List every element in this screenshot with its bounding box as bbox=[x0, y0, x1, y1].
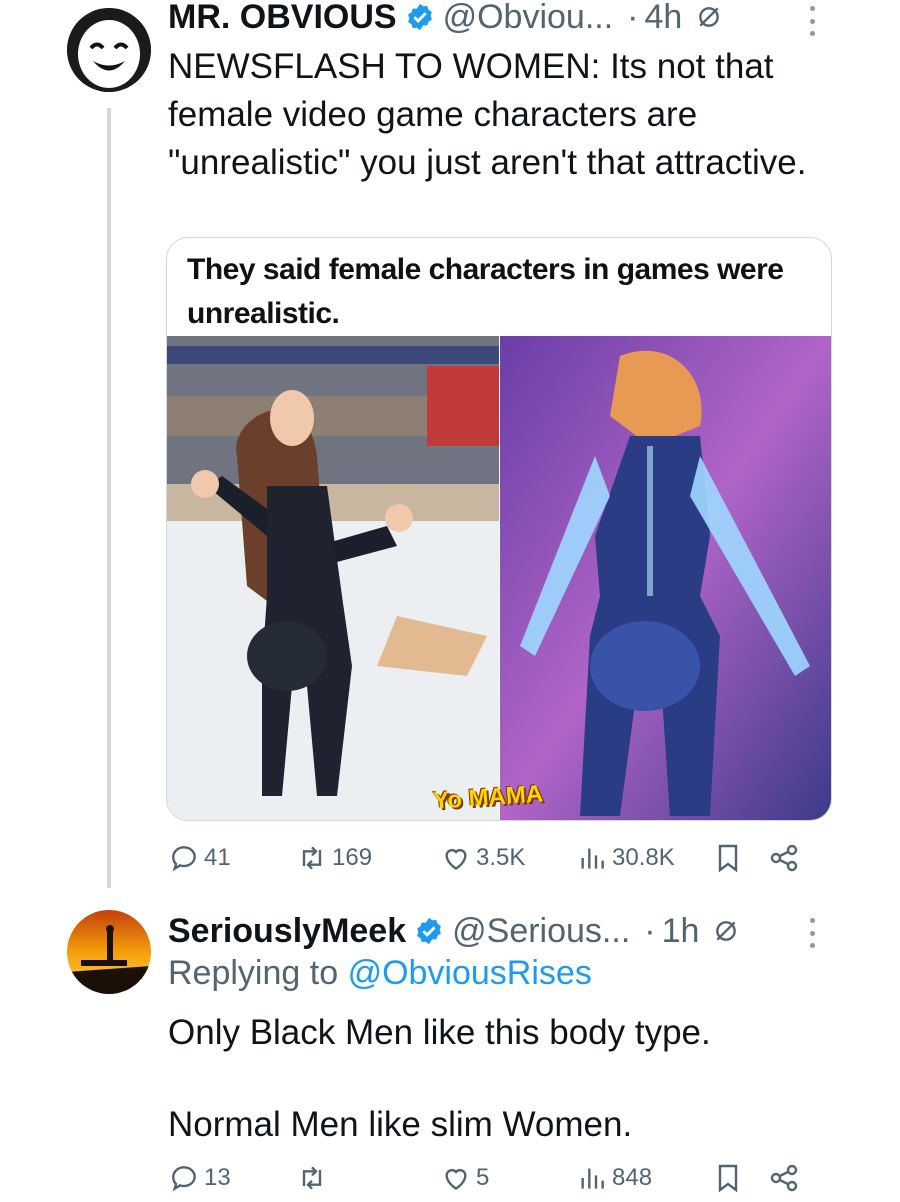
tweet-actions: 41 169 3.5K 30.8K bbox=[168, 842, 808, 882]
share-button[interactable] bbox=[768, 1162, 804, 1194]
timestamp[interactable]: 1h bbox=[662, 912, 700, 951]
like-button[interactable]: 3.5K bbox=[440, 842, 525, 874]
replying-prefix: Replying to bbox=[168, 954, 339, 992]
retweet-icon bbox=[302, 1166, 322, 1190]
avatar[interactable] bbox=[67, 910, 151, 994]
views-icon bbox=[581, 1168, 604, 1189]
like-icon bbox=[445, 1169, 467, 1191]
timestamp[interactable]: 4h bbox=[645, 0, 683, 37]
bookmark-icon bbox=[718, 1164, 738, 1193]
verified-icon bbox=[417, 917, 441, 945]
like-count: 3.5K bbox=[476, 844, 526, 871]
restricted-icon bbox=[699, 7, 720, 27]
more-icon[interactable] bbox=[810, 918, 816, 948]
tweet-text: Only Black Men like this body type. Norm… bbox=[168, 1013, 711, 1144]
image-caption: They said female characters in games wer… bbox=[187, 253, 784, 330]
game-character-image[interactable] bbox=[500, 336, 831, 820]
share-button[interactable] bbox=[768, 842, 804, 874]
reply-icon bbox=[172, 846, 196, 872]
bookmark-button[interactable] bbox=[712, 1162, 748, 1194]
views-button[interactable]: 30.8K bbox=[576, 842, 675, 874]
photo-image[interactable] bbox=[167, 336, 499, 820]
tweet-header: SeriouslyMeek @Serious... · 1h bbox=[168, 906, 739, 956]
like-count: 5 bbox=[476, 1164, 490, 1191]
share-icon bbox=[770, 844, 798, 872]
reply-button[interactable]: 41 bbox=[168, 842, 231, 874]
reply-button[interactable]: 13 bbox=[168, 1162, 231, 1194]
views-button[interactable]: 848 bbox=[576, 1162, 652, 1194]
bookmark-button[interactable] bbox=[712, 842, 748, 874]
handle[interactable]: @Obviou... bbox=[443, 0, 614, 37]
retweet-button[interactable] bbox=[296, 1162, 332, 1194]
display-name[interactable]: MR. OBVIOUS bbox=[168, 0, 397, 37]
reply-icon bbox=[172, 1166, 196, 1192]
tweet-actions: 13 5 848 bbox=[168, 1162, 808, 1202]
views-icon bbox=[581, 848, 604, 869]
verified-icon bbox=[407, 3, 432, 31]
reply-count: 41 bbox=[204, 844, 231, 871]
restricted-icon bbox=[716, 921, 737, 941]
bookmark-icon bbox=[718, 844, 738, 873]
like-icon bbox=[445, 849, 467, 871]
separator: · bbox=[644, 911, 656, 950]
tweet-text: NEWSFLASH TO WOMEN: Its not that female … bbox=[168, 47, 807, 182]
view-count: 30.8K bbox=[612, 844, 675, 871]
reply-count: 13 bbox=[204, 1164, 231, 1191]
like-button[interactable]: 5 bbox=[440, 1162, 489, 1194]
separator: · bbox=[627, 0, 639, 36]
tweet-header: MR. OBVIOUS @Obviou... · 4h bbox=[168, 0, 722, 40]
media-card[interactable]: They said female characters in games wer… bbox=[166, 237, 832, 821]
retweet-button[interactable]: 169 bbox=[296, 842, 372, 874]
retweet-icon bbox=[302, 846, 322, 870]
replying-to: Replying to @ObviousRises bbox=[168, 954, 592, 993]
display-name[interactable]: SeriouslyMeek bbox=[168, 912, 406, 951]
more-icon[interactable] bbox=[810, 6, 816, 36]
handle[interactable]: @Serious... bbox=[452, 912, 630, 951]
view-count: 848 bbox=[612, 1164, 653, 1191]
share-icon bbox=[770, 1164, 798, 1192]
thread-line bbox=[107, 108, 111, 888]
retweet-count: 169 bbox=[332, 844, 373, 871]
avatar[interactable] bbox=[67, 8, 151, 92]
replying-to-handle[interactable]: @ObviousRises bbox=[348, 954, 592, 992]
